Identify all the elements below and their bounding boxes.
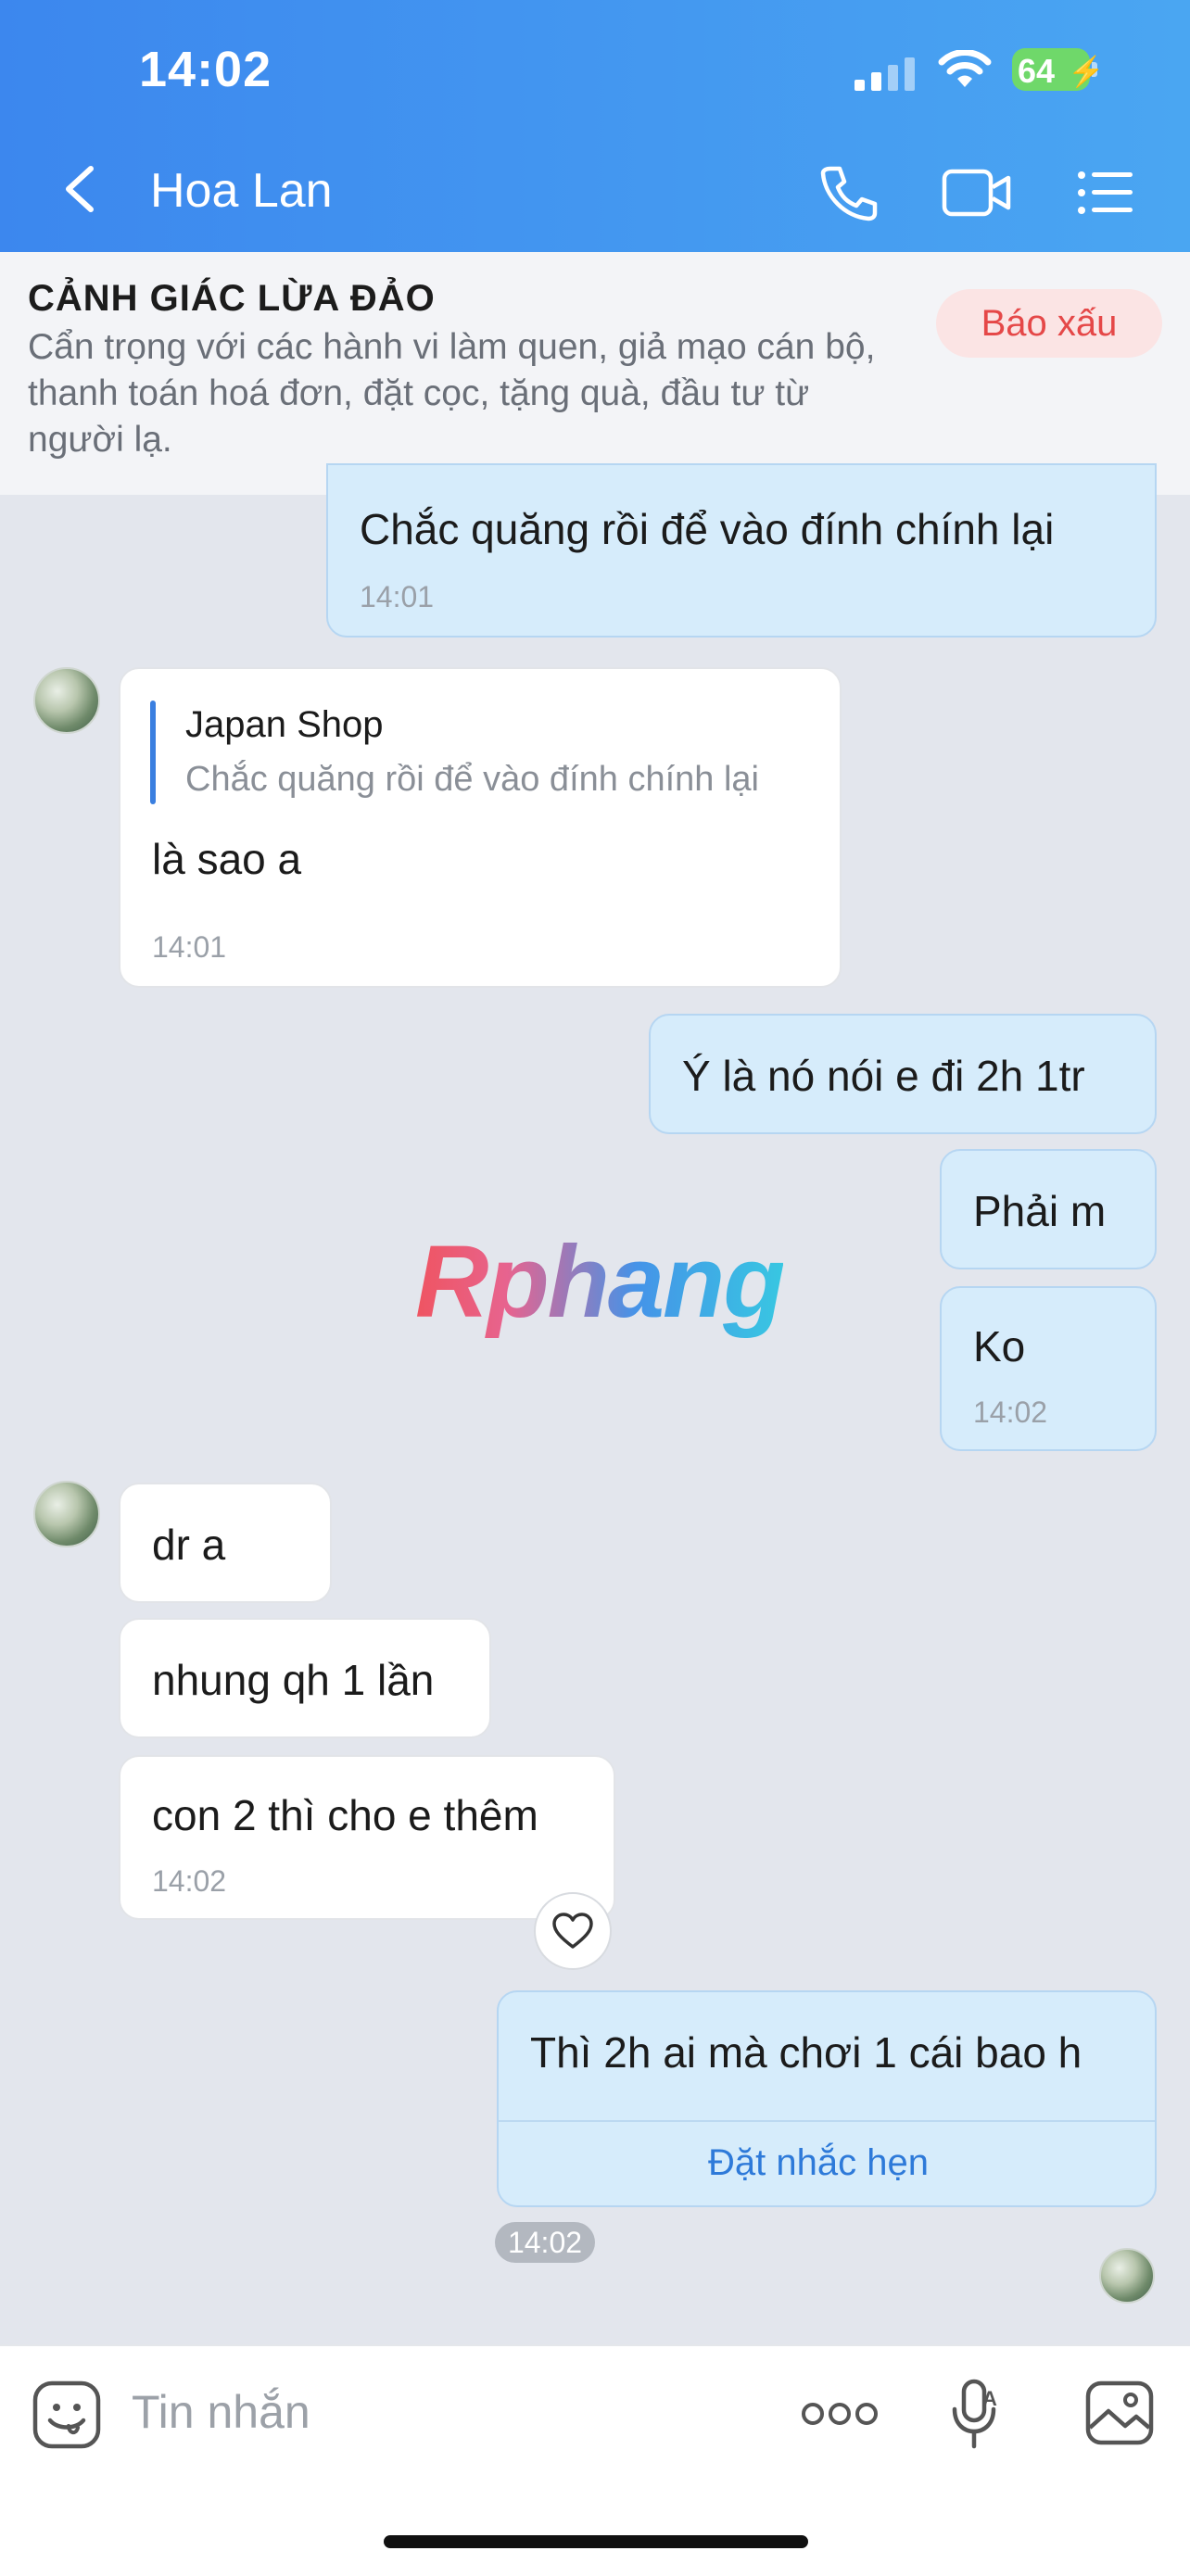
message-text: Chắc quăng rồi để vào đính chính lại <box>360 505 1055 553</box>
message-bubble-mine[interactable]: Ý là nó nói e đi 2h 1tr <box>649 1014 1157 1134</box>
cellular-signal-icon <box>855 57 919 95</box>
watermark-logo: Rphang <box>415 1225 785 1339</box>
video-call-button[interactable] <box>942 169 1012 221</box>
message-text: nhung qh 1 lần <box>152 1656 435 1704</box>
chat-title[interactable]: Hoa Lan <box>150 163 333 219</box>
menu-button[interactable] <box>1077 170 1134 220</box>
heart-icon <box>552 1913 593 1949</box>
set-reminder-button[interactable]: Đặt nhắc hẹn <box>708 2142 929 2184</box>
quote-bar <box>150 701 156 804</box>
quote-text: Chắc quăng rồi để vào đính chính lại <box>185 760 759 799</box>
call-button[interactable] <box>819 163 879 227</box>
more-dots-icon <box>802 2403 878 2425</box>
message-text: dr a <box>152 1521 226 1569</box>
svg-text:A: A <box>982 2387 997 2410</box>
sticker-button[interactable] <box>32 2380 102 2455</box>
message-input[interactable]: Tin nhắn <box>132 2385 310 2439</box>
warning-title: CẢNH GIÁC LỪA ĐẢO <box>28 278 436 319</box>
message-bubble-theirs[interactable]: con 2 thì cho e thêm 14:02 <box>119 1755 615 1920</box>
message-bubble-mine[interactable]: Chắc quăng rồi để vào đính chính lại 14:… <box>326 463 1157 638</box>
voice-to-text-button[interactable]: A <box>947 2378 1005 2460</box>
back-button[interactable] <box>59 163 100 215</box>
avatar[interactable] <box>33 667 100 734</box>
phone-icon <box>820 166 878 221</box>
message-text: Phải m <box>973 1187 1107 1235</box>
message-text: Ý là nó nói e đi 2h 1tr <box>682 1052 1085 1100</box>
wifi-icon <box>938 49 992 95</box>
image-icon <box>1085 2380 1154 2445</box>
chevron-left-icon <box>66 166 94 212</box>
message-time-chip: 14:02 <box>495 2222 595 2263</box>
message-bubble-mine[interactable]: Thì 2h ai mà chơi 1 cái bao h Đặt nhắc h… <box>497 1990 1157 2207</box>
message-bubble-theirs[interactable]: nhung qh 1 lần <box>119 1618 491 1738</box>
sticker-icon <box>32 2380 101 2449</box>
home-indicator <box>384 2535 808 2548</box>
message-bubble-mine[interactable]: Ko 14:02 <box>940 1286 1157 1451</box>
avatar[interactable] <box>33 1481 100 1547</box>
seen-avatar <box>1099 2248 1155 2304</box>
message-text: con 2 thì cho e thêm <box>152 1791 538 1839</box>
battery-level: 64 <box>1018 52 1056 90</box>
message-bubble-mine[interactable]: Phải m <box>940 1149 1157 1269</box>
report-button[interactable]: Báo xấu <box>936 289 1162 358</box>
bubble-divider <box>499 2120 1155 2122</box>
message-time: 14:02 <box>152 1864 227 1898</box>
message-time: 14:01 <box>360 580 435 613</box>
photo-button[interactable] <box>1084 2380 1155 2451</box>
react-button[interactable] <box>534 1892 612 1970</box>
warning-text: Cẩn trọng với các hành vi làm quen, giả … <box>28 327 876 460</box>
quote-author: Japan Shop <box>185 704 384 745</box>
message-text: là sao a <box>152 835 302 883</box>
message-time: 14:01 <box>152 930 227 964</box>
charging-bolt-icon: ⚡ <box>1068 55 1105 88</box>
message-bubble-theirs[interactable]: dr a <box>119 1483 332 1603</box>
message-time: 14:02 <box>973 1395 1048 1429</box>
list-menu-icon <box>1078 171 1133 214</box>
message-text: Thì 2h ai mà chơi 1 cái bao h <box>530 2028 1082 2077</box>
more-button[interactable] <box>801 2400 879 2432</box>
microphone-icon: A <box>952 2379 997 2449</box>
battery-icon: 64 ⚡ <box>1012 48 1105 91</box>
video-camera-icon <box>942 169 1011 217</box>
message-bubble-theirs[interactable]: Japan Shop Chắc quăng rồi để vào đính ch… <box>119 667 842 988</box>
message-text: Ko <box>973 1322 1026 1370</box>
status-time: 14:02 <box>139 42 272 97</box>
